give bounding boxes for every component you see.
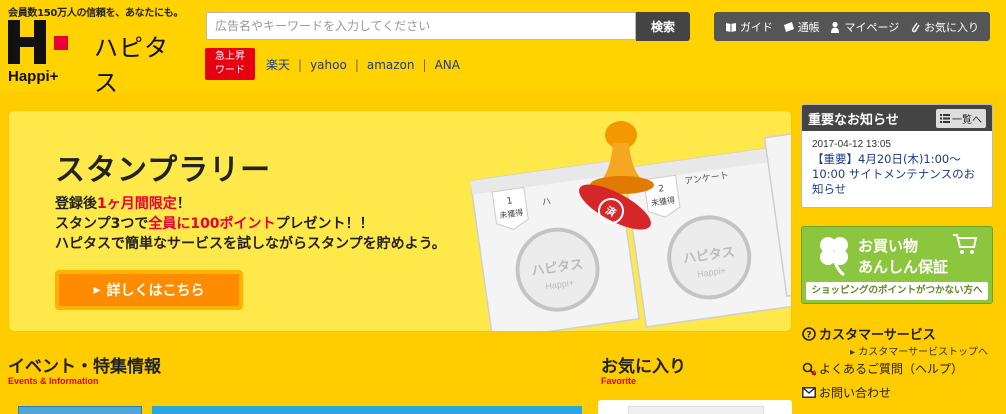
question-icon: ? [802, 326, 816, 341]
svg-text:A: A [812, 370, 816, 376]
banner-details-button[interactable]: ▸ 詳しくはこちら [55, 270, 243, 310]
trending-badge: 急上昇 ワード [205, 48, 255, 80]
site-header: 会員数150万人の信頼を、あなたにも。 Happi+ ハピタス 検索 急上昇 ワ… [0, 0, 1006, 97]
shopping-guarantee-banner[interactable]: お買い物 あんしん保証 ショッピングのポイントがつかない方へ [801, 226, 993, 304]
favorites-section-title: お気に入り [601, 357, 686, 377]
cart-icon [953, 234, 978, 254]
notice-link[interactable]: 【重要】4月20日(木)1:00～10:00 サイトメンテナンスのお知らせ [802, 150, 992, 197]
banner-title: スタンプラリー [55, 153, 272, 188]
trending-link-rakuten[interactable]: 楽天 [266, 58, 290, 72]
important-notice-panel: 重要なお知らせ 一覧へ 2017-04-12 13:05 【重要】4月20日(木… [801, 104, 993, 208]
nav-mypage[interactable]: マイページ [829, 19, 899, 35]
magnifier-icon: A [802, 362, 816, 376]
search-input[interactable] [206, 12, 636, 40]
contact-link[interactable]: お問い合わせ [802, 384, 891, 401]
guarantee-subtext: ショッピングのポイントがつかない方へ [806, 282, 988, 300]
customer-service-heading: ? カスタマーサービス [802, 324, 936, 343]
guarantee-title-2: あんしん保証 [858, 258, 949, 276]
banner-line-2: スタンプ3つで全員に100ポイントプレゼント！！ [55, 216, 374, 232]
favorites-item[interactable] [628, 406, 764, 414]
list-icon [940, 113, 950, 123]
event-thumbnail[interactable] [152, 406, 582, 414]
stamp-card-illustration: 1 未獲得 ハ ハピタス Happi+ 2 未獲得 アンケート ハピタス Hap… [471, 121, 791, 331]
notice-list-link[interactable]: 一覧へ [936, 108, 986, 128]
guarantee-title-1: お買い物 [858, 237, 919, 255]
trending-link-yahoo[interactable]: yahoo [310, 58, 347, 72]
clip-icon [911, 22, 920, 32]
events-section-subtitle: Events & Information [8, 376, 99, 386]
clover-icon [820, 237, 848, 277]
nav-guide[interactable]: ガイド [725, 19, 773, 35]
stamp-rally-banner[interactable]: スタンプラリー 登録後1ヶ月間限定！ スタンプ3つで全員に100ポイントプレゼン… [8, 110, 792, 332]
logo-text-ja: ハピタス [94, 34, 169, 97]
event-thumbnail[interactable] [18, 406, 142, 414]
trending-link-ana[interactable]: ANA [435, 58, 460, 72]
logo-text-en: Happi+ [8, 68, 59, 85]
events-section-title: イベント・特集情報 [8, 357, 161, 377]
site-logo[interactable]: Happi+ ハピタス [8, 20, 188, 97]
tagline: 会員数150万人の信頼を、あなたにも。 [8, 8, 184, 19]
book-icon [725, 22, 736, 32]
logo-mark-icon [8, 20, 68, 68]
passbook-icon [783, 21, 794, 32]
trending-links: 楽天 | yahoo | amazon | ANA [266, 58, 460, 72]
arrow-right-icon: ▸ [850, 347, 859, 358]
notice-header: 重要なお知らせ 一覧へ [802, 105, 992, 131]
svg-text:?: ? [806, 330, 811, 340]
arrow-right-icon: ▸ [93, 282, 101, 298]
faq-link[interactable]: A よくあるご質問（ヘルプ） [802, 360, 963, 377]
notice-title: 重要なお知らせ [808, 112, 899, 128]
notice-date: 2017-04-12 13:05 [812, 139, 891, 150]
favorites-section-subtitle: Favorite [601, 376, 637, 386]
banner-line-1: 登録後1ヶ月間限定！ [55, 196, 191, 212]
mail-icon [802, 387, 816, 398]
search-button[interactable]: 検索 [636, 12, 690, 41]
person-icon [831, 21, 840, 33]
nav-passbook[interactable]: 通帳 [783, 19, 820, 35]
nav-favorites[interactable]: お気に入り [909, 19, 979, 35]
top-nav: ガイド 通帳 マイページ お気に入り [714, 12, 990, 41]
trending-link-amazon[interactable]: amazon [367, 58, 415, 72]
customer-service-top-link[interactable]: ▸ カスタマーサービストップへ [850, 343, 988, 358]
card1-label: ハ [541, 197, 551, 208]
banner-line-3: ハピタスで簡単なサービスを試しながらスタンプを貯めよう。 [55, 236, 446, 252]
